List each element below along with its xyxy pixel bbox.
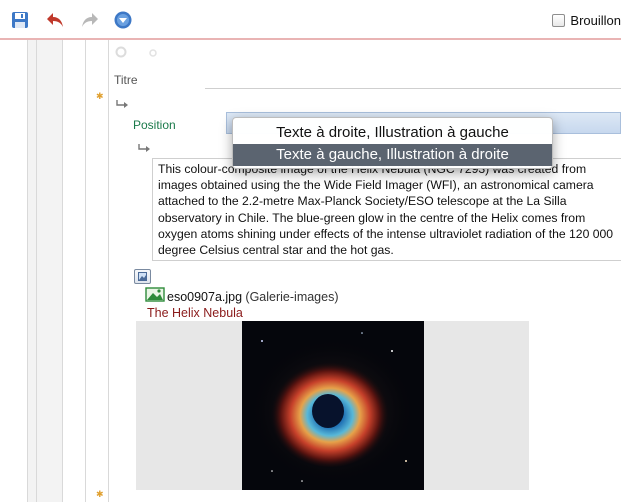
tree-guide-line [62, 40, 63, 502]
title-label: Titre [114, 73, 138, 87]
image-preview[interactable] [242, 321, 424, 490]
draft-label: Brouillon [570, 12, 621, 28]
image-gallery-name: (Galerie-images) [245, 290, 339, 304]
toolbar-divider [0, 38, 621, 40]
indent-arrow-icon [138, 144, 150, 152]
faint-gear-icon [115, 46, 127, 58]
undo-icon[interactable] [45, 10, 65, 30]
image-icon [138, 272, 147, 281]
text-editor[interactable]: This colour-composite image of the Helix… [152, 158, 621, 261]
draft-checkbox[interactable] [552, 13, 566, 27]
tree-guide-line [85, 40, 86, 502]
image-file-name[interactable]: eso0907a.jpg [167, 290, 242, 304]
tree-indent-band [27, 40, 63, 502]
image-insert-button[interactable] [134, 269, 151, 284]
required-marker-icon: ✱ [96, 489, 104, 499]
title-field-underline [205, 88, 621, 89]
menu-item-text-right[interactable]: Texte à droite, Illustration à gauche [233, 122, 552, 144]
save-icon[interactable] [10, 10, 30, 30]
position-dropdown-menu: Texte à droite, Illustration à gauche Te… [232, 117, 553, 169]
tree-guide-line [27, 40, 28, 502]
draft-toggle[interactable]: Brouillon [552, 9, 621, 31]
image-caption: The Helix Nebula [147, 306, 243, 320]
tree-guide-line [36, 40, 37, 502]
text-body: This colour-composite image of the Helix… [158, 162, 614, 258]
faint-dot-icon [149, 49, 157, 57]
image-file-info: eso0907a.jpg (Galerie-images) [167, 290, 339, 304]
menu-item-text-left[interactable]: Texte à gauche, Illustration à droite [233, 144, 552, 166]
position-label: Position [133, 118, 176, 132]
publish-icon[interactable] [113, 10, 133, 30]
nebula-image [242, 321, 424, 490]
required-marker-icon: ✱ [96, 91, 104, 101]
redo-icon[interactable] [80, 10, 100, 30]
indent-arrow-icon [116, 100, 128, 108]
tree-guide-line [108, 40, 109, 502]
gallery-image-icon [145, 287, 165, 302]
